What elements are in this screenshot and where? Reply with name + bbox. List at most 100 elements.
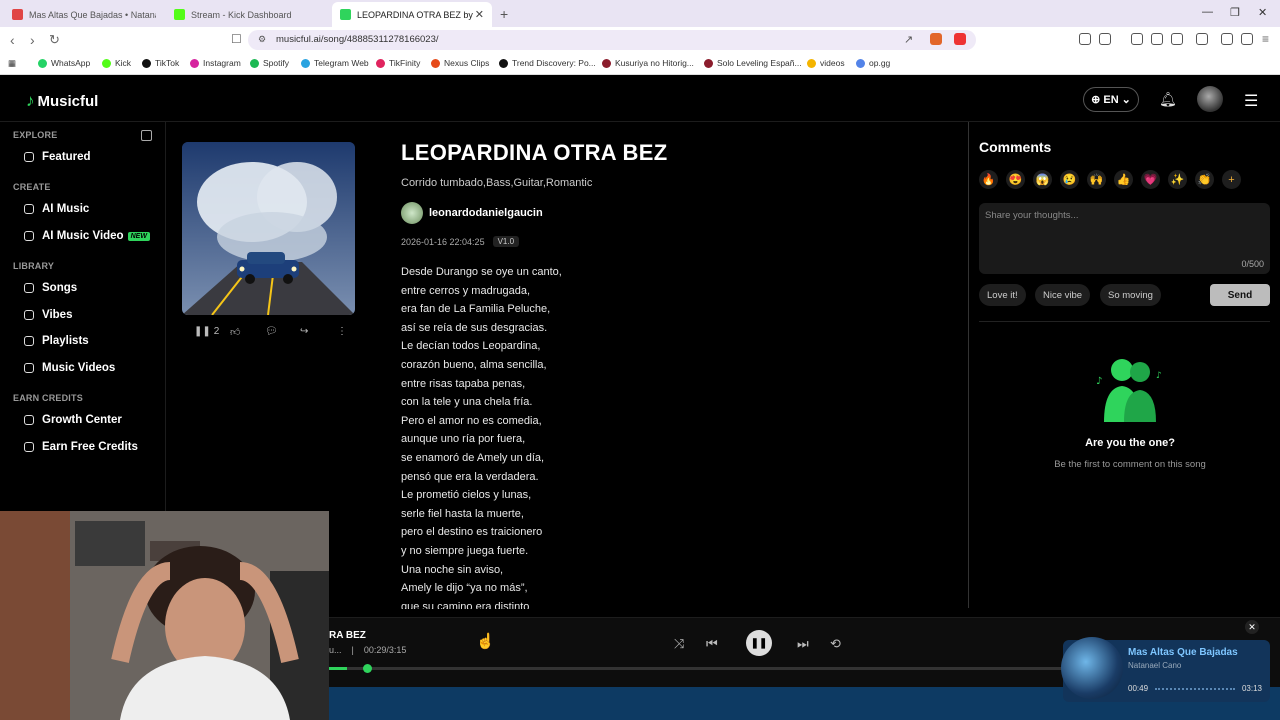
close-tab-icon[interactable]: ✕: [475, 8, 484, 21]
sidebar-item-vibes[interactable]: Vibes: [24, 309, 72, 321]
bookmark-item[interactable]: Telegram Web: [301, 58, 369, 68]
sidebar-item-ai-music[interactable]: AI Music: [24, 203, 89, 215]
bookmark-item[interactable]: Spotify: [250, 58, 289, 68]
emoji-reaction-button[interactable]: 🙌: [1087, 170, 1106, 189]
sidebar-item-earn-free-credits[interactable]: Earn Free Credits: [24, 441, 138, 453]
repeat-icon[interactable]: ⟲: [830, 636, 841, 652]
back-icon[interactable]: ‹: [10, 32, 15, 48]
more-options-icon[interactable]: ⋮: [337, 326, 347, 337]
bookmark-item[interactable]: Solo Leveling Españ...: [704, 58, 802, 68]
sidebar-item-ai-music-video[interactable]: AI Music Video NEW: [24, 230, 150, 242]
bookmark-label: TikFinity: [389, 58, 421, 68]
browser-tab-active[interactable]: LEOPARDINA OTRA BEZ by le ✕: [332, 2, 492, 27]
comment-input[interactable]: [985, 210, 1263, 221]
user-avatar[interactable]: [1197, 86, 1223, 112]
apps-icon[interactable]: ▦: [8, 58, 16, 69]
sidebar-item-music-videos[interactable]: Music Videos: [24, 362, 115, 374]
progress-handle[interactable]: [363, 664, 372, 673]
bookmark-item[interactable]: videos: [807, 58, 845, 68]
site-info-icon[interactable]: ⚙: [258, 34, 266, 45]
empty-comments-illustration: ♪ ♪: [1096, 359, 1162, 422]
bookmark-item[interactable]: WhatsApp: [38, 58, 90, 68]
like-icon[interactable]: 👍︎: [230, 326, 240, 338]
media-popup[interactable]: Mas Altas Que Bajadas Natanael Cano 00:4…: [1061, 637, 1270, 702]
comment-icon[interactable]: 💬︎: [265, 326, 278, 337]
sidebar-icon[interactable]: [1171, 33, 1183, 45]
browser-tab[interactable]: Stream - Kick Dashboard: [166, 2, 330, 27]
media-progress[interactable]: [1155, 688, 1235, 690]
quick-reply-chip[interactable]: Love it!: [979, 284, 1026, 306]
song-author[interactable]: leonardodanielgaucin: [401, 202, 543, 224]
bookmark-item[interactable]: Instagram: [190, 58, 241, 68]
share-icon[interactable]: ↪: [300, 326, 308, 337]
progress-fill: [329, 667, 347, 670]
send-button[interactable]: Send: [1210, 284, 1270, 306]
sidebar-item-label: AI Music: [42, 203, 90, 215]
emoji-reaction-button[interactable]: 👏: [1195, 170, 1214, 189]
window-close-button[interactable]: ✕: [1258, 6, 1267, 19]
bookmark-label: Spotify: [263, 58, 289, 68]
minimize-button[interactable]: —: [1202, 6, 1213, 18]
emoji-reaction-button[interactable]: 🔥: [979, 170, 998, 189]
notification-bell-icon[interactable]: 🔔︎: [1159, 91, 1177, 108]
bookmark-item[interactable]: Kick: [102, 58, 131, 68]
maximize-button[interactable]: ❐: [1230, 6, 1240, 19]
wallet-icon[interactable]: [1196, 33, 1208, 45]
shuffle-icon[interactable]: ⤨: [674, 636, 684, 652]
previous-icon[interactable]: ⏮︎: [706, 636, 718, 652]
bookmark-item[interactable]: Kusuriya no Hitorig...: [602, 58, 694, 68]
new-tab-button[interactable]: +: [500, 6, 508, 22]
sidebar-item-growth-center[interactable]: Growth Center: [24, 414, 122, 426]
bookmark-item[interactable]: Nexus Clips: [431, 58, 489, 68]
add-emoji-button[interactable]: +: [1222, 170, 1241, 189]
language-selector[interactable]: ⊕ EN ⌄: [1083, 87, 1139, 112]
vpn-icon[interactable]: [1241, 33, 1253, 45]
lyric-line: Desde Durango se oye un canto,: [401, 266, 562, 278]
quick-reply-chip[interactable]: So moving: [1100, 284, 1161, 306]
bookmark-item[interactable]: op.gg: [856, 58, 890, 68]
extension-icon[interactable]: [1079, 33, 1091, 45]
musicful-logo[interactable]: ♪ Musicful: [26, 91, 98, 111]
pause-button[interactable]: ❚❚: [746, 630, 772, 656]
hamburger-menu-icon[interactable]: ☰: [1244, 91, 1258, 111]
browser-tab[interactable]: Mas Altas Que Bajadas • Natanael Ca: [4, 2, 164, 27]
sidebar-item-featured[interactable]: Featured: [24, 151, 91, 163]
emoji-reaction-button[interactable]: 😱: [1033, 170, 1052, 189]
download-icon[interactable]: [1131, 33, 1143, 45]
forward-icon[interactable]: ›: [30, 32, 35, 48]
empty-subtitle: Be the first to comment on this song: [1054, 459, 1206, 470]
lyric-line: pensó que era la verdadera.: [401, 470, 539, 483]
bookmark-icon[interactable]: ☐: [231, 32, 242, 46]
collapse-sidebar-icon[interactable]: [141, 130, 152, 141]
bookmark-item[interactable]: TikFinity: [376, 58, 420, 68]
sidebar-item-playlists[interactable]: Playlists: [24, 335, 89, 347]
ai-icon[interactable]: [1221, 33, 1233, 45]
song-cover-art[interactable]: [182, 142, 355, 315]
reload-icon[interactable]: ↻: [49, 32, 60, 48]
cover-image: [182, 142, 355, 315]
rewards-icon[interactable]: [954, 33, 966, 45]
sidebar-item-songs[interactable]: Songs: [24, 282, 77, 294]
emoji-reaction-button[interactable]: 💗: [1141, 170, 1160, 189]
char-counter: 0/500: [1241, 259, 1264, 269]
emoji-reaction-button[interactable]: ✨: [1168, 170, 1187, 189]
music-icon[interactable]: [1151, 33, 1163, 45]
quick-reply-chip[interactable]: Nice vibe: [1035, 284, 1091, 306]
emoji-reaction-button[interactable]: 😍: [1006, 170, 1025, 189]
extension-icon[interactable]: [1099, 33, 1111, 45]
emoji-reaction-button[interactable]: 👍: [1114, 170, 1133, 189]
play-count-button[interactable]: ❚❚ 2: [194, 326, 219, 337]
address-bar[interactable]: ⚙ musicful.ai/song/48885311278166023/ ↗: [248, 30, 976, 50]
lyric-line: Pero el amor no es comedia,: [401, 414, 542, 427]
bookmark-item[interactable]: TikTok: [142, 58, 179, 68]
bookmark-item[interactable]: Trend Discovery: Po...: [499, 58, 596, 68]
divider: |: [351, 645, 354, 655]
next-icon[interactable]: ⏭︎: [797, 636, 809, 652]
brave-shield-icon[interactable]: [930, 33, 942, 45]
progress-bar[interactable]: [329, 664, 1064, 673]
emoji-reaction-button[interactable]: 😢: [1060, 170, 1079, 189]
close-icon[interactable]: ✕: [1245, 620, 1259, 634]
share-icon[interactable]: ↗: [904, 33, 913, 46]
browser-menu-icon[interactable]: ≡: [1262, 32, 1269, 46]
album-art: [1061, 637, 1123, 699]
